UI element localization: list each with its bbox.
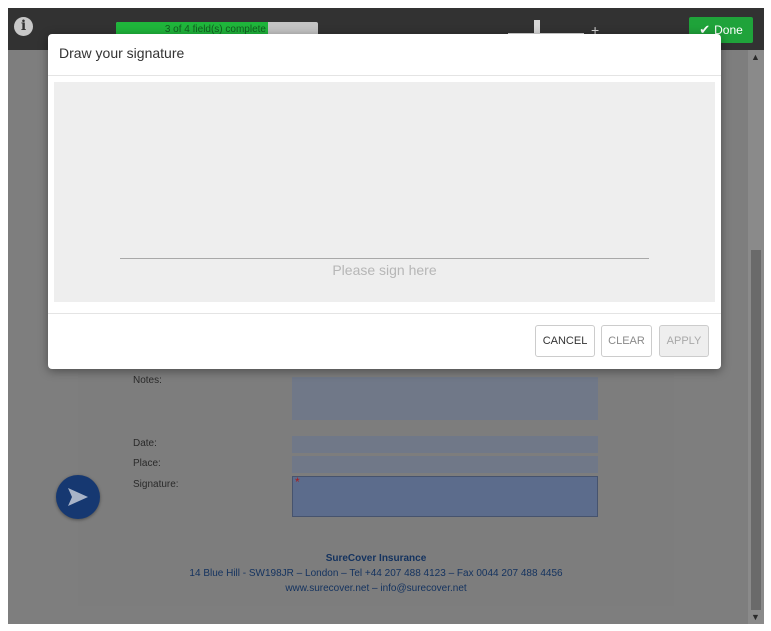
footer-company: SureCover Insurance	[325, 553, 427, 564]
signature-canvas[interactable]: Please sign here	[54, 82, 715, 302]
footer-divider	[48, 313, 721, 314]
header-divider	[48, 75, 721, 76]
info-icon[interactable]: i	[14, 17, 33, 36]
place-label: Place:	[133, 458, 161, 469]
date-field[interactable]	[292, 436, 598, 453]
notes-field[interactable]	[292, 377, 598, 420]
footer-web: www.surecover.net – info@surecover.net	[285, 583, 467, 594]
footer-address: 14 Blue Hill - SW198JR – London – Tel +4…	[189, 568, 563, 579]
send-icon	[68, 488, 88, 506]
signature-field[interactable]: *	[292, 475, 598, 517]
sign-here-hint: Please sign here	[332, 262, 437, 278]
signature-baseline	[120, 258, 649, 259]
scroll-up-icon[interactable]: ▲	[751, 52, 760, 62]
signature-label: Signature:	[133, 479, 179, 490]
signature-dialog: Draw your signature Please sign here CAN…	[48, 34, 721, 369]
apply-button[interactable]: APPLY	[659, 325, 709, 357]
notes-label: Notes:	[133, 375, 162, 386]
place-field[interactable]	[292, 456, 598, 473]
scroll-down-icon[interactable]: ▼	[751, 612, 760, 622]
scrollbar-thumb[interactable]	[751, 250, 761, 610]
send-button[interactable]	[56, 475, 100, 519]
dialog-title: Draw your signature	[59, 45, 185, 61]
cancel-button[interactable]: CANCEL	[535, 325, 595, 357]
date-label: Date:	[133, 438, 157, 449]
vertical-scrollbar[interactable]: ▲ ▼	[748, 50, 764, 624]
clear-button[interactable]: CLEAR	[601, 325, 652, 357]
required-icon: *	[295, 475, 300, 489]
